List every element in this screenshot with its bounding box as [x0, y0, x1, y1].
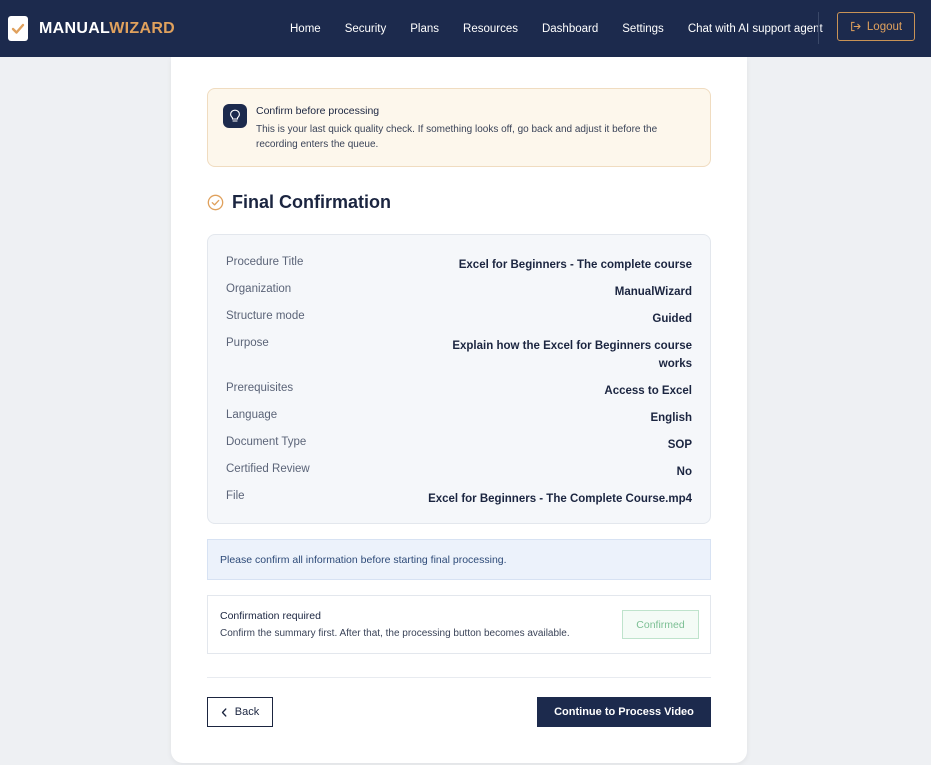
- summary-label: Procedure Title: [226, 256, 304, 268]
- confirmation-card: Confirm before processing This is your l…: [171, 57, 747, 763]
- summary-label: Document Type: [226, 436, 307, 448]
- summary-value: ManualWizard: [614, 286, 692, 298]
- process-video-button[interactable]: Continue to Process Video: [537, 697, 711, 727]
- nav-divider: [818, 12, 819, 44]
- nav-dashboard[interactable]: Dashboard: [542, 23, 598, 35]
- section-title: Final Confirmation: [232, 192, 391, 212]
- summary-label: Structure mode: [226, 310, 305, 322]
- summary-value: SOP: [667, 439, 692, 451]
- section-header: Final Confirmation: [207, 192, 391, 213]
- lightbulb-icon: [223, 104, 247, 128]
- check-circle-icon: [207, 194, 224, 211]
- summary-value: Guided: [652, 313, 692, 325]
- divider: [207, 677, 711, 678]
- info-bar: Please confirm all information before st…: [207, 539, 711, 580]
- summary-label: Prerequisites: [226, 382, 294, 394]
- summary-value: Access to Excel: [604, 385, 692, 397]
- summary-value: Explain how the Excel for Beginners cour…: [452, 340, 692, 370]
- notice-title: Confirm before processing: [256, 105, 380, 117]
- summary-label: Purpose: [226, 337, 269, 349]
- nav-links: Home Security Plans Resources Dashboard …: [290, 0, 847, 57]
- logout-button[interactable]: Logout: [837, 12, 915, 41]
- nav-home[interactable]: Home: [290, 23, 321, 35]
- top-navbar: MANUALWIZARD Home Security Plans Resourc…: [0, 0, 931, 57]
- notice-text: This is your last quick quality check. I…: [256, 124, 658, 150]
- summary-label: Certified Review: [226, 463, 310, 475]
- back-button[interactable]: Back: [207, 697, 273, 727]
- chevron-left-icon: [221, 707, 227, 717]
- summary-label: Language: [226, 409, 278, 421]
- confirmed-button[interactable]: Confirmed: [622, 610, 699, 639]
- summary-label: File: [226, 490, 245, 502]
- confirmation-text: Confirm the summary first. After that, t…: [220, 628, 570, 639]
- nav-settings[interactable]: Settings: [622, 23, 664, 35]
- logout-icon: [851, 21, 861, 32]
- confirmation-title: Confirmation required: [220, 610, 321, 622]
- notice-banner: Confirm before processing This is your l…: [207, 88, 711, 167]
- back-label: Back: [234, 706, 260, 718]
- brand-name-part2: WIZARD: [109, 19, 176, 37]
- nav-plans[interactable]: Plans: [410, 23, 439, 35]
- info-text: Please confirm all information before st…: [220, 553, 507, 566]
- nav-chat-support[interactable]: Chat with AI support agent: [688, 23, 823, 35]
- document-check-icon: [8, 16, 28, 41]
- nav-resources[interactable]: Resources: [463, 23, 518, 35]
- summary-value: Excel for Beginners - The complete cours…: [458, 259, 692, 271]
- nav-security[interactable]: Security: [345, 23, 387, 35]
- confirmation-box: Confirmation required Confirm the summar…: [207, 595, 711, 654]
- summary-label: Organization: [226, 283, 292, 295]
- brand-name: MANUALWIZARD: [39, 20, 175, 38]
- summary-value: English: [650, 412, 692, 424]
- brand[interactable]: MANUALWIZARD: [8, 0, 175, 57]
- summary-value: No: [676, 466, 692, 478]
- summary-table: Procedure Title Excel for Beginners - Th…: [207, 234, 711, 524]
- brand-name-part1: MANUAL: [39, 19, 110, 37]
- summary-value: Excel for Beginners - The Complete Cours…: [428, 493, 692, 505]
- logout-label: Logout: [866, 20, 903, 33]
